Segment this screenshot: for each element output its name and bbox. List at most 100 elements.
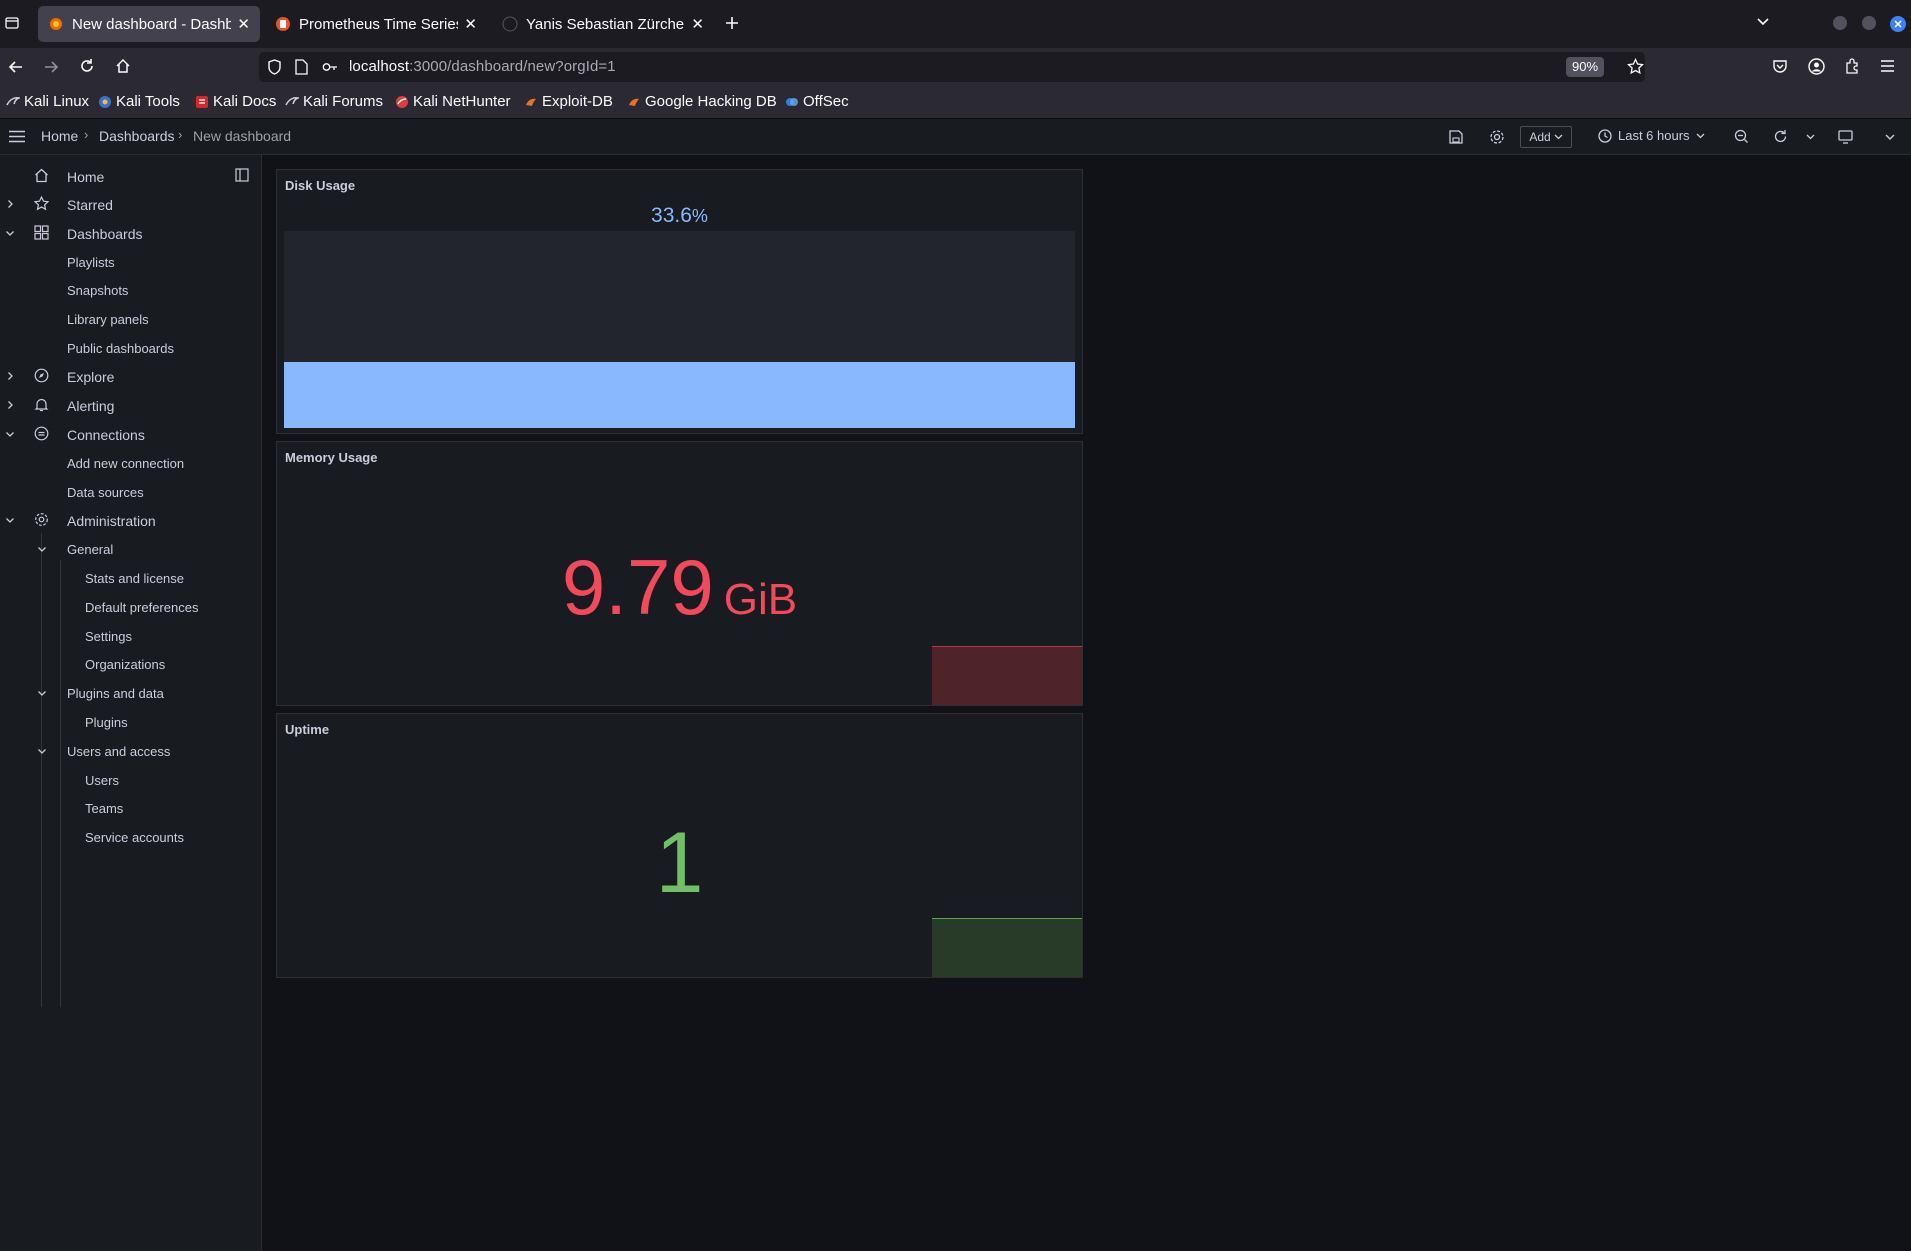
sidebar-item-explore[interactable]: Explore [67,369,114,385]
bookmark-exploit-db[interactable]: Exploit-DB [524,93,613,110]
tab-prometheus[interactable]: Prometheus Time Series C ✕ [265,6,487,42]
sidebar-item-library-panels[interactable]: Library panels [67,312,149,327]
memory-value: 9.79 [561,543,714,631]
bookmark-kali-linux[interactable]: Kali Linux [6,93,89,110]
chevron-down-icon[interactable] [5,515,15,525]
panel-memory-usage[interactable]: Memory Usage 9.79 GiB [276,441,1083,706]
bell-icon [34,397,50,413]
url-path: :3000/dashboard/new?orgId=1 [409,58,616,75]
reload-icon[interactable] [79,58,95,74]
sidebar-item-data-sources[interactable]: Data sources [67,485,144,500]
kali-dragon-icon [285,95,299,109]
sidebar-item-starred[interactable]: Starred [67,197,113,213]
panel-uptime[interactable]: Uptime 1 [276,713,1083,978]
sidebar-item-playlists[interactable]: Playlists [67,255,115,270]
tab-title: Yanis Sebastian Zürcher - [526,15,686,33]
sidebar-item-dashboards[interactable]: Dashboards [67,226,143,242]
chevron-down-icon[interactable] [5,228,15,238]
chevron-down-icon[interactable] [37,746,47,756]
sidebar-item-general[interactable]: General [67,542,113,557]
breadcrumb-dashboards[interactable]: Dashboards [99,128,175,144]
breadcrumb-separator-icon: › [84,127,89,142]
chevron-right-icon[interactable] [5,199,15,209]
sidebar-item-settings[interactable]: Settings [85,629,132,644]
panel-title[interactable]: Memory Usage [285,450,377,465]
panel-disk-usage[interactable]: Disk Usage 33.6% [276,169,1083,434]
sidebar-item-organizations[interactable]: Organizations [85,657,165,672]
refresh-interval-chevron-icon[interactable] [1806,134,1815,140]
bookmark-label: Kali Docs [213,93,277,110]
sidebar-item-users[interactable]: Users [85,773,119,788]
account-icon[interactable] [1808,58,1825,75]
bookmark-kali-tools[interactable]: Kali Tools [98,93,180,110]
address-bar[interactable]: localhost:3000/dashboard/new?orgId=1 [259,52,1645,82]
minimize-window-icon[interactable] [1833,16,1847,30]
refresh-icon[interactable] [1773,129,1788,144]
sidebar-item-home[interactable]: Home [67,169,104,185]
forward-arrow-icon[interactable] [43,59,59,75]
zoom-out-time-icon[interactable] [1734,129,1749,144]
sidebar-item-plugins-and-data[interactable]: Plugins and data [67,686,164,701]
sidebar-item-administration[interactable]: Administration [67,513,156,529]
panel-title[interactable]: Uptime [285,722,329,737]
bookmark-star-icon[interactable] [1627,58,1644,75]
list-all-tabs-icon[interactable] [1756,17,1770,27]
chevron-down-icon[interactable] [5,429,15,439]
tv-mode-icon[interactable] [1838,130,1853,144]
bookmark-google-hacking-db[interactable]: Google Hacking DB [627,93,777,110]
time-range-picker[interactable]: Last 6 hours [1598,128,1705,143]
chevron-down-icon [1696,133,1705,139]
sidebar-item-connections[interactable]: Connections [67,427,145,443]
save-dashboard-icon[interactable] [1449,130,1463,144]
sidebar-item-service-accounts[interactable]: Service accounts [85,830,184,845]
url-text[interactable]: localhost:3000/dashboard/new?orgId=1 [349,58,616,75]
dock-menu-icon[interactable] [235,168,251,184]
key-icon[interactable] [322,60,338,74]
sidebar-item-plugins[interactable]: Plugins [85,715,128,730]
back-arrow-icon[interactable] [8,59,24,75]
close-window-icon[interactable] [1890,16,1906,32]
bookmark-kali-docs[interactable]: Kali Docs [195,93,276,110]
chevron-right-icon[interactable] [5,400,15,410]
bookmark-offsec[interactable]: OffSec [785,93,849,110]
extensions-icon[interactable] [1844,58,1860,74]
new-tab-icon[interactable] [724,15,740,31]
tab-yanis[interactable]: Yanis Sebastian Zürcher - ✕ [492,6,714,42]
sidebar-item-default-preferences[interactable]: Default preferences [85,600,198,615]
panel-title[interactable]: Disk Usage [285,178,355,193]
breadcrumb-home[interactable]: Home [41,128,78,144]
sidebar-item-alerting[interactable]: Alerting [67,398,114,414]
bookmark-label: Google Hacking DB [645,93,777,110]
sidebar-item-snapshots[interactable]: Snapshots [67,283,128,298]
chevron-down-icon[interactable] [37,544,47,554]
chevron-right-icon[interactable] [5,371,15,381]
sidebar-item-users-and-access[interactable]: Users and access [67,744,170,759]
sidebar-item-add-new-connection[interactable]: Add new connection [67,456,184,471]
cog-icon [34,512,50,528]
dashboard-settings-icon[interactable] [1489,129,1505,145]
collapse-chevron-icon[interactable] [1885,134,1895,140]
bookmark-kali-nethunter[interactable]: Kali NetHunter [395,93,511,110]
home-button-icon[interactable] [115,58,131,74]
tab-new-dashboard[interactable]: New dashboard - Dashbo ✕ [38,6,260,42]
close-tab-icon[interactable]: ✕ [464,15,477,33]
sidebar-item-stats-and-license[interactable]: Stats and license [85,571,184,586]
dashboards-grid-icon [34,225,50,241]
add-button[interactable]: Add [1520,126,1572,148]
bookmark-kali-forums[interactable]: Kali Forums [285,93,383,110]
chevron-down-icon[interactable] [37,688,47,698]
app-menu-icon[interactable] [1880,59,1895,73]
tracking-shield-icon[interactable] [267,59,282,75]
sidebar-item-public-dashboards[interactable]: Public dashboards [67,341,174,356]
close-tab-icon[interactable]: ✕ [691,15,704,33]
close-tab-icon[interactable]: ✕ [237,15,250,33]
hamburger-menu-icon[interactable] [9,130,25,143]
page-info-icon[interactable] [295,59,308,75]
sidebar-item-teams[interactable]: Teams [85,801,123,816]
maximize-window-icon[interactable] [1862,16,1876,30]
breadcrumb-current: New dashboard [193,128,292,144]
pocket-icon[interactable] [1772,58,1788,74]
offsec-icon [785,95,799,109]
zoom-level-badge[interactable]: 90% [1566,57,1605,77]
tab-list-icon[interactable] [5,16,19,30]
